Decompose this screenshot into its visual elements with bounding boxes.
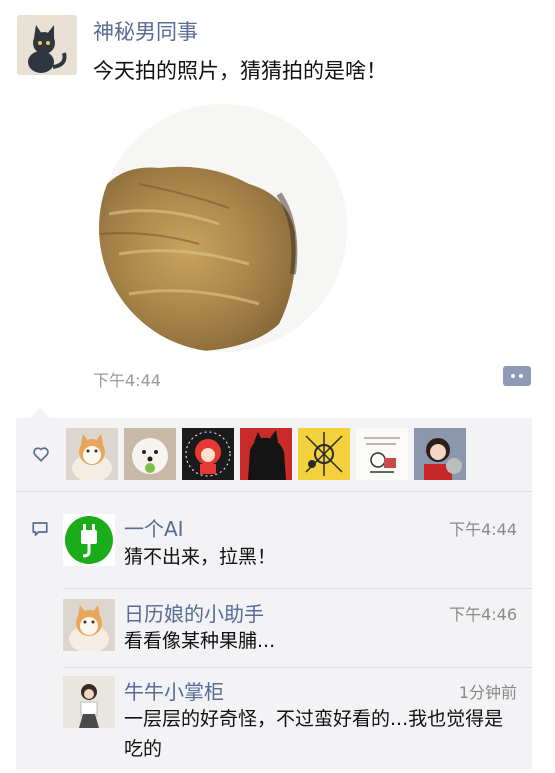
panel-arrow xyxy=(30,408,50,418)
comment-text[interactable]: 一层层的好奇怪，不过蛮好看的...我也觉得是吃的 xyxy=(124,704,514,764)
comment-avatar-girl-photo[interactable] xyxy=(63,676,115,728)
comment-text[interactable]: 看看像某种果脯... xyxy=(124,626,514,656)
like-avatar-yellow-art[interactable] xyxy=(298,428,350,480)
panel-divider xyxy=(16,491,532,492)
more-dots-icon[interactable] xyxy=(503,366,531,386)
comment-author[interactable]: 一个AI xyxy=(124,513,184,542)
like-avatar-red-character[interactable] xyxy=(182,428,234,480)
post-text: 今天拍的照片，猜猜拍的是啥！ xyxy=(93,59,387,83)
comment-time: 1分钟前 xyxy=(458,683,517,702)
comment-time: 下午4:44 xyxy=(449,520,517,539)
comment-avatar-green-plug[interactable] xyxy=(63,514,115,566)
comment-separator xyxy=(63,667,532,668)
comment-time: 下午4:46 xyxy=(449,605,517,624)
like-avatar-sketch[interactable] xyxy=(356,428,408,480)
comment-text[interactable]: 猜不出来，拉黑！ xyxy=(124,542,514,572)
comment-author[interactable]: 牛牛小掌柜 xyxy=(124,676,224,705)
comment-bubble-icon xyxy=(32,522,48,536)
black-cat-icon xyxy=(17,15,77,75)
interaction-panel: 一个AI 下午4:44 猜不出来，拉黑！ 日历娘的小助手 下午4:46 看看像某… xyxy=(16,418,532,770)
likes-row xyxy=(16,418,532,490)
comment-avatar-cat[interactable] xyxy=(63,599,115,651)
author-avatar[interactable] xyxy=(17,15,77,75)
post-photo[interactable] xyxy=(99,104,347,352)
food-closeup-photo-icon xyxy=(99,104,347,352)
heart-outline-icon xyxy=(33,447,49,462)
like-avatar-black-monster[interactable] xyxy=(240,428,292,480)
like-avatar-cat[interactable] xyxy=(66,428,118,480)
like-avatar-girl-with-cat[interactable] xyxy=(414,428,466,480)
post-author-name[interactable]: 神秘男同事 xyxy=(93,16,198,46)
post-time: 下午4:44 xyxy=(93,371,161,390)
comment-separator xyxy=(63,588,532,589)
comment-author[interactable]: 日历娘的小助手 xyxy=(124,598,264,627)
like-avatar-samoyed[interactable] xyxy=(124,428,176,480)
